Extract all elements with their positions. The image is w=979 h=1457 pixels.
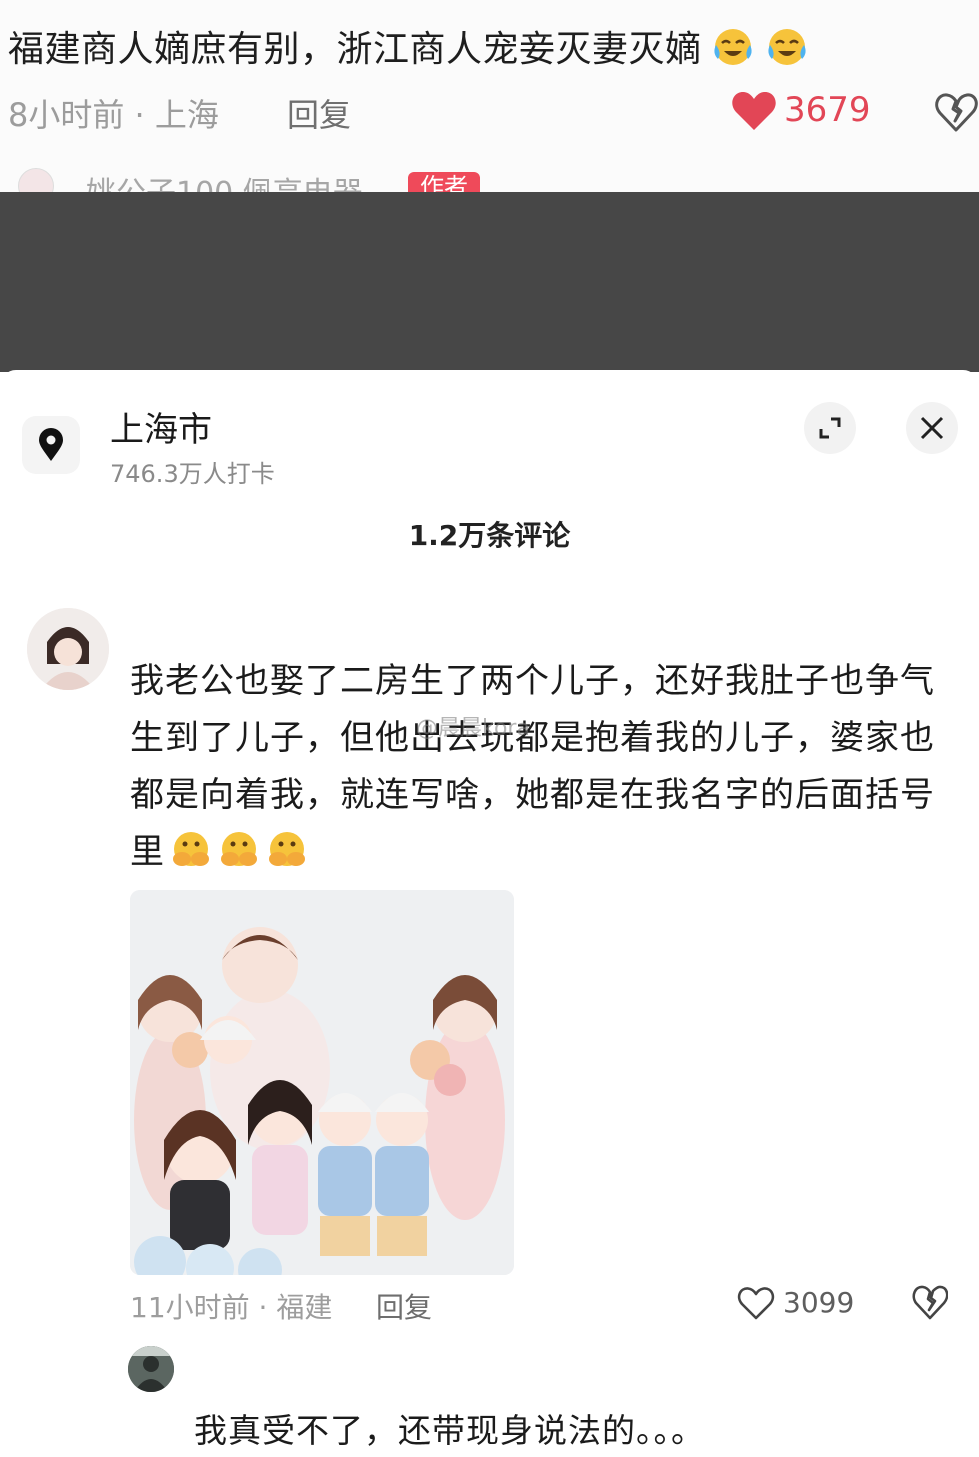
cry-laugh-icon <box>713 29 752 65</box>
reply-button[interactable]: 回复 <box>376 1286 432 1326</box>
comments-sheet: 上海市 746.3万人打卡 1.2万条评论 我老公也娶了二房生了两个儿子，还好我… <box>0 370 979 1457</box>
comment-image[interactable] <box>130 890 514 1275</box>
comment-like-count: 3099 <box>783 1286 855 1319</box>
heart-filled-icon[interactable] <box>730 88 778 134</box>
avatar[interactable] <box>18 168 54 192</box>
expand-icon <box>819 417 841 439</box>
dim-overlay[interactable] <box>0 192 979 372</box>
close-icon <box>920 416 944 440</box>
author-badge: 作者 <box>408 172 480 192</box>
background-reply-button[interactable]: 回复 <box>287 90 351 136</box>
broken-heart-icon[interactable] <box>934 90 978 134</box>
watermark: @晨晨kora <box>416 716 530 741</box>
hand-over-mouth-icon <box>269 832 305 866</box>
location-pin-icon <box>22 416 80 474</box>
reply-author-name[interactable]: 姚公子100 佩高电器 <box>86 168 363 192</box>
hand-over-mouth-icon <box>173 832 209 866</box>
avatar[interactable] <box>128 1346 174 1392</box>
reply-text: 我真受不了，还带现身说法的。。。 <box>194 1411 705 1450</box>
comment-time-location: 11小时前 · 福建 <box>130 1291 333 1324</box>
background-comment-text: 福建商人嫡庶有别，浙江商人宠妾灭妻灭嫡 <box>8 20 810 72</box>
comment-count-title: 1.2万条评论 <box>408 519 571 552</box>
broken-heart-icon[interactable] <box>912 1283 948 1321</box>
background-like-count: 3679 <box>784 90 871 130</box>
hand-over-mouth-icon <box>221 832 257 866</box>
close-button[interactable] <box>906 402 958 454</box>
location-checkin-count: 746.3万人打卡 <box>110 460 275 488</box>
expand-button[interactable] <box>804 402 856 454</box>
location-name[interactable]: 上海市 <box>110 402 212 451</box>
background-comment-body: 福建商人嫡庶有别，浙江商人宠妾灭妻灭嫡 <box>8 29 702 70</box>
background-comment: 福建商人嫡庶有别，浙江商人宠妾灭妻灭嫡 8小时前 · 上海 回复 3679 姚公… <box>0 0 979 192</box>
heart-outline-icon[interactable] <box>737 1285 775 1321</box>
background-comment-time-location: 8小时前 · 上海 <box>8 96 219 134</box>
avatar[interactable] <box>27 608 109 690</box>
comment-text: 我老公也娶了二房生了两个儿子，还好我肚子也争气生到了儿子，但他出去玩都是抱着我的… <box>130 653 945 881</box>
cry-laugh-icon <box>767 29 806 65</box>
